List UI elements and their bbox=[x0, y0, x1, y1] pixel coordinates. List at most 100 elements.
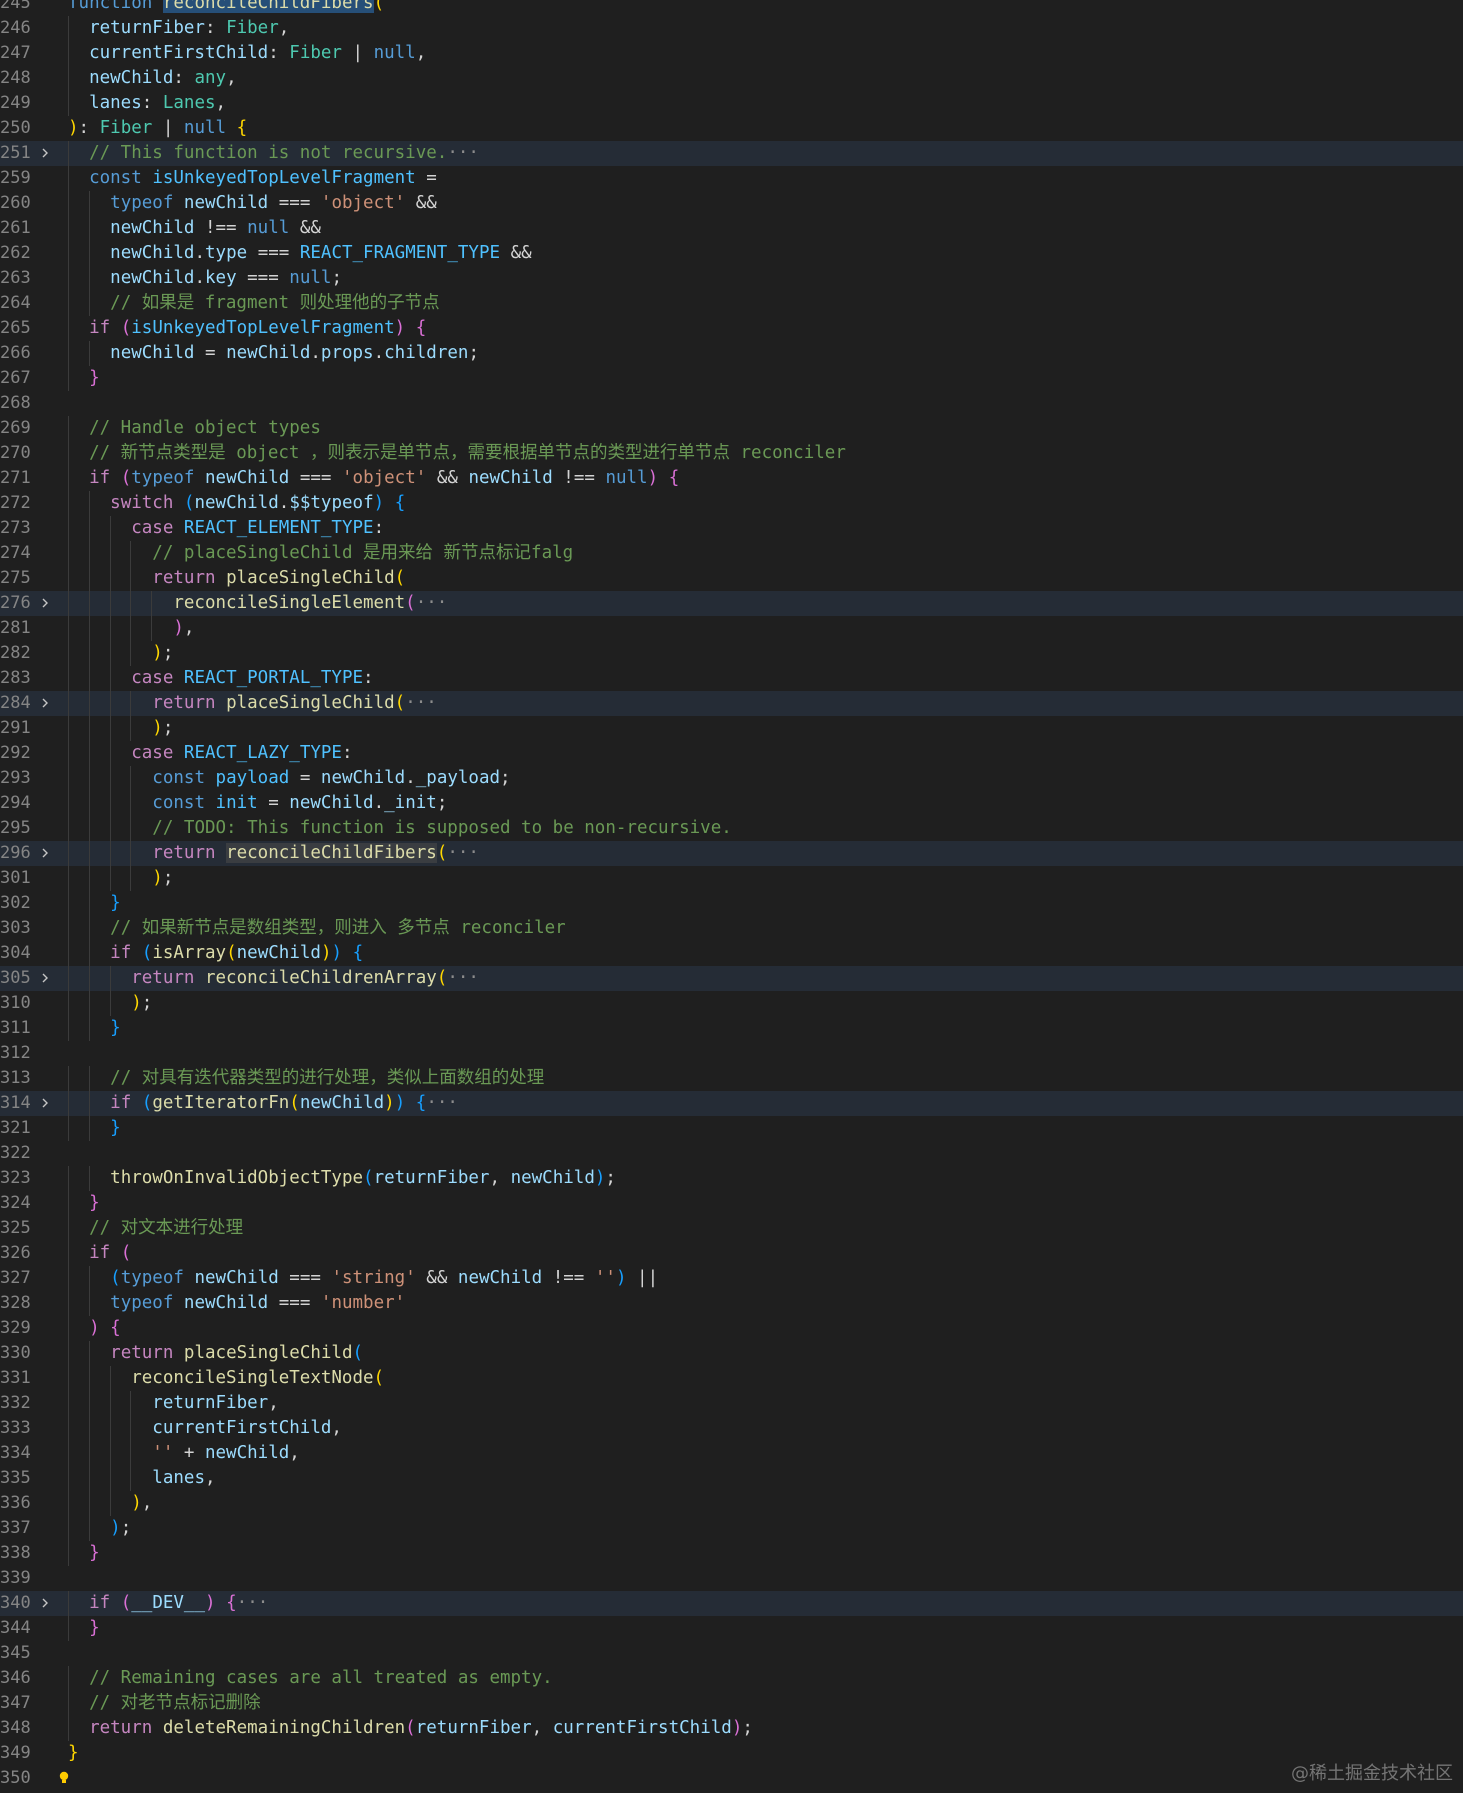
code-line[interactable]: 313 // 对具有迭代器类型的进行处理，类似上面数组的处理 bbox=[0, 1066, 1463, 1091]
code-line[interactable]: 345 bbox=[0, 1641, 1463, 1666]
code-line[interactable]: 330 return placeSingleChild( bbox=[0, 1341, 1463, 1366]
chevron-right-icon[interactable] bbox=[38, 1591, 52, 1616]
code-line[interactable]: 262 newChild.type === REACT_FRAGMENT_TYP… bbox=[0, 241, 1463, 266]
code-line[interactable]: 334 '' + newChild, bbox=[0, 1441, 1463, 1466]
code-line[interactable]: 326 if ( bbox=[0, 1241, 1463, 1266]
code-line[interactable]: 311 } bbox=[0, 1016, 1463, 1041]
code-line[interactable]: 336 ), bbox=[0, 1491, 1463, 1516]
code-line[interactable]: 329 ) { bbox=[0, 1316, 1463, 1341]
code-line[interactable]: 327 (typeof newChild === 'string' && new… bbox=[0, 1266, 1463, 1291]
code-line[interactable]: 310 ); bbox=[0, 991, 1463, 1016]
code-editor[interactable]: 245 function reconcileChildFibers(246 ret… bbox=[0, 0, 1463, 1793]
code-text: return placeSingleChild(··· bbox=[68, 691, 437, 716]
code-line[interactable]: 260 typeof newChild === 'object' && bbox=[0, 191, 1463, 216]
code-line[interactable]: 346 // Remaining cases are all treated a… bbox=[0, 1666, 1463, 1691]
code-line[interactable]: 312 bbox=[0, 1041, 1463, 1066]
code-token: : bbox=[204, 18, 227, 38]
code-text: if (isArray(newChild)) { bbox=[68, 941, 363, 966]
code-token: , bbox=[226, 68, 237, 88]
code-text: newChild: any, bbox=[68, 66, 237, 91]
code-line[interactable]: 339 bbox=[0, 1566, 1463, 1591]
code-line[interactable]: 245 function reconcileChildFibers( bbox=[0, 0, 1463, 16]
code-line[interactable]: 294 const init = newChild._init; bbox=[0, 791, 1463, 816]
code-line[interactable]: 303 // 如果新节点是数组类型，则进入 多节点 reconciler bbox=[0, 916, 1463, 941]
code-line[interactable]: 273 case REACT_ELEMENT_TYPE: bbox=[0, 516, 1463, 541]
chevron-right-icon[interactable] bbox=[38, 966, 52, 991]
code-line[interactable]: 293 const payload = newChild._payload; bbox=[0, 766, 1463, 791]
line-number: 325 bbox=[0, 1218, 31, 1238]
code-line[interactable]: 249 lanes: Lanes, bbox=[0, 91, 1463, 116]
code-line[interactable]: 325 // 对文本进行处理 bbox=[0, 1216, 1463, 1241]
code-text: if (__DEV__) {··· bbox=[68, 1591, 268, 1616]
code-line[interactable]: 274 // placeSingleChild 是用来给 新节点标记falg bbox=[0, 541, 1463, 566]
code-line[interactable]: 284 return placeSingleChild(··· bbox=[0, 691, 1463, 716]
code-line[interactable]: 344 } bbox=[0, 1616, 1463, 1641]
code-line[interactable]: 295 // TODO: This function is supposed t… bbox=[0, 816, 1463, 841]
code-line[interactable]: 348 return deleteRemainingChildren(retur… bbox=[0, 1716, 1463, 1741]
code-line[interactable]: 247 currentFirstChild: Fiber | null, bbox=[0, 41, 1463, 66]
code-line[interactable]: 291 ); bbox=[0, 716, 1463, 741]
code-line[interactable]: 265 if (isUnkeyedTopLevelFragment) { bbox=[0, 316, 1463, 341]
chevron-right-icon[interactable] bbox=[38, 841, 52, 866]
code-line[interactable]: 266 newChild = newChild.props.children; bbox=[0, 341, 1463, 366]
code-line[interactable]: 271 if (typeof newChild === 'object' && … bbox=[0, 466, 1463, 491]
code-line[interactable]: 282 ); bbox=[0, 641, 1463, 666]
code-token: } bbox=[68, 1743, 79, 1763]
code-line[interactable]: 333 currentFirstChild, bbox=[0, 1416, 1463, 1441]
code-line[interactable]: 350 bbox=[0, 1766, 1463, 1791]
code-line[interactable]: 331 reconcileSingleTextNode( bbox=[0, 1366, 1463, 1391]
code-line[interactable]: 269 // Handle object types bbox=[0, 416, 1463, 441]
lightbulb-icon[interactable] bbox=[58, 1768, 70, 1783]
code-line[interactable]: 301 ); bbox=[0, 866, 1463, 891]
code-line[interactable]: 248 newChild: any, bbox=[0, 66, 1463, 91]
code-token: 'object' bbox=[320, 193, 406, 213]
code-line[interactable]: 337 ); bbox=[0, 1516, 1463, 1541]
code-line[interactable]: 263 newChild.key === null; bbox=[0, 266, 1463, 291]
code-line[interactable]: 264 // 如果是 fragment 则处理他的子节点 bbox=[0, 291, 1463, 316]
code-line[interactable]: 283 case REACT_PORTAL_TYPE: bbox=[0, 666, 1463, 691]
chevron-right-icon[interactable] bbox=[38, 141, 52, 166]
code-line[interactable]: 323 throwOnInvalidObjectType(returnFiber… bbox=[0, 1166, 1463, 1191]
code-line[interactable]: 349} bbox=[0, 1741, 1463, 1766]
chevron-right-icon[interactable] bbox=[38, 591, 52, 616]
code-line[interactable]: 268 bbox=[0, 391, 1463, 416]
code-line[interactable]: 261 newChild !== null && bbox=[0, 216, 1463, 241]
code-line[interactable]: 314 if (getIteratorFn(newChild)) {··· bbox=[0, 1091, 1463, 1116]
code-token: $$typeof bbox=[289, 493, 374, 513]
code-line[interactable]: 281 ), bbox=[0, 616, 1463, 641]
code-line[interactable]: 272 switch (newChild.$$typeof) { bbox=[0, 491, 1463, 516]
code-line[interactable]: 251 // This function is not recursive.··… bbox=[0, 141, 1463, 166]
code-line[interactable]: 270 // 新节点类型是 object ，则表示是单节点，需要根据单节点的类型… bbox=[0, 441, 1463, 466]
code-line[interactable]: 347 // 对老节点标记删除 bbox=[0, 1691, 1463, 1716]
code-token: { bbox=[226, 1593, 237, 1613]
chevron-right-icon[interactable] bbox=[38, 691, 52, 716]
code-line[interactable]: 292 case REACT_LAZY_TYPE: bbox=[0, 741, 1463, 766]
code-line[interactable]: 338 } bbox=[0, 1541, 1463, 1566]
code-line[interactable]: 276 reconcileSingleElement(··· bbox=[0, 591, 1463, 616]
code-line[interactable]: 302 } bbox=[0, 891, 1463, 916]
code-line[interactable]: 250): Fiber | null { bbox=[0, 116, 1463, 141]
code-line[interactable]: 275 return placeSingleChild( bbox=[0, 566, 1463, 591]
code-line[interactable]: 267 } bbox=[0, 366, 1463, 391]
code-line[interactable]: 296 return reconcileChildFibers(··· bbox=[0, 841, 1463, 866]
code-line[interactable]: 332 returnFiber, bbox=[0, 1391, 1463, 1416]
chevron-right-icon[interactable] bbox=[38, 1091, 52, 1116]
code-line[interactable]: 324 } bbox=[0, 1191, 1463, 1216]
code-line[interactable]: 340 if (__DEV__) {··· bbox=[0, 1591, 1463, 1616]
code-line[interactable]: 322 bbox=[0, 1141, 1463, 1166]
code-line[interactable]: 259 const isUnkeyedTopLevelFragment = bbox=[0, 166, 1463, 191]
code-line[interactable]: 304 if (isArray(newChild)) { bbox=[0, 941, 1463, 966]
code-line[interactable]: 246 returnFiber: Fiber, bbox=[0, 16, 1463, 41]
code-line[interactable]: 335 lanes, bbox=[0, 1466, 1463, 1491]
code-token: newChild bbox=[183, 1293, 269, 1313]
code-line[interactable]: 321 } bbox=[0, 1116, 1463, 1141]
code-line[interactable]: 305 return reconcileChildrenArray(··· bbox=[0, 966, 1463, 991]
code-line[interactable]: 328 typeof newChild === 'number' bbox=[0, 1291, 1463, 1316]
code-token: deleteRemainingChildren bbox=[162, 1718, 406, 1738]
line-number: 322 bbox=[0, 1143, 31, 1163]
code-text: } bbox=[68, 1016, 121, 1041]
